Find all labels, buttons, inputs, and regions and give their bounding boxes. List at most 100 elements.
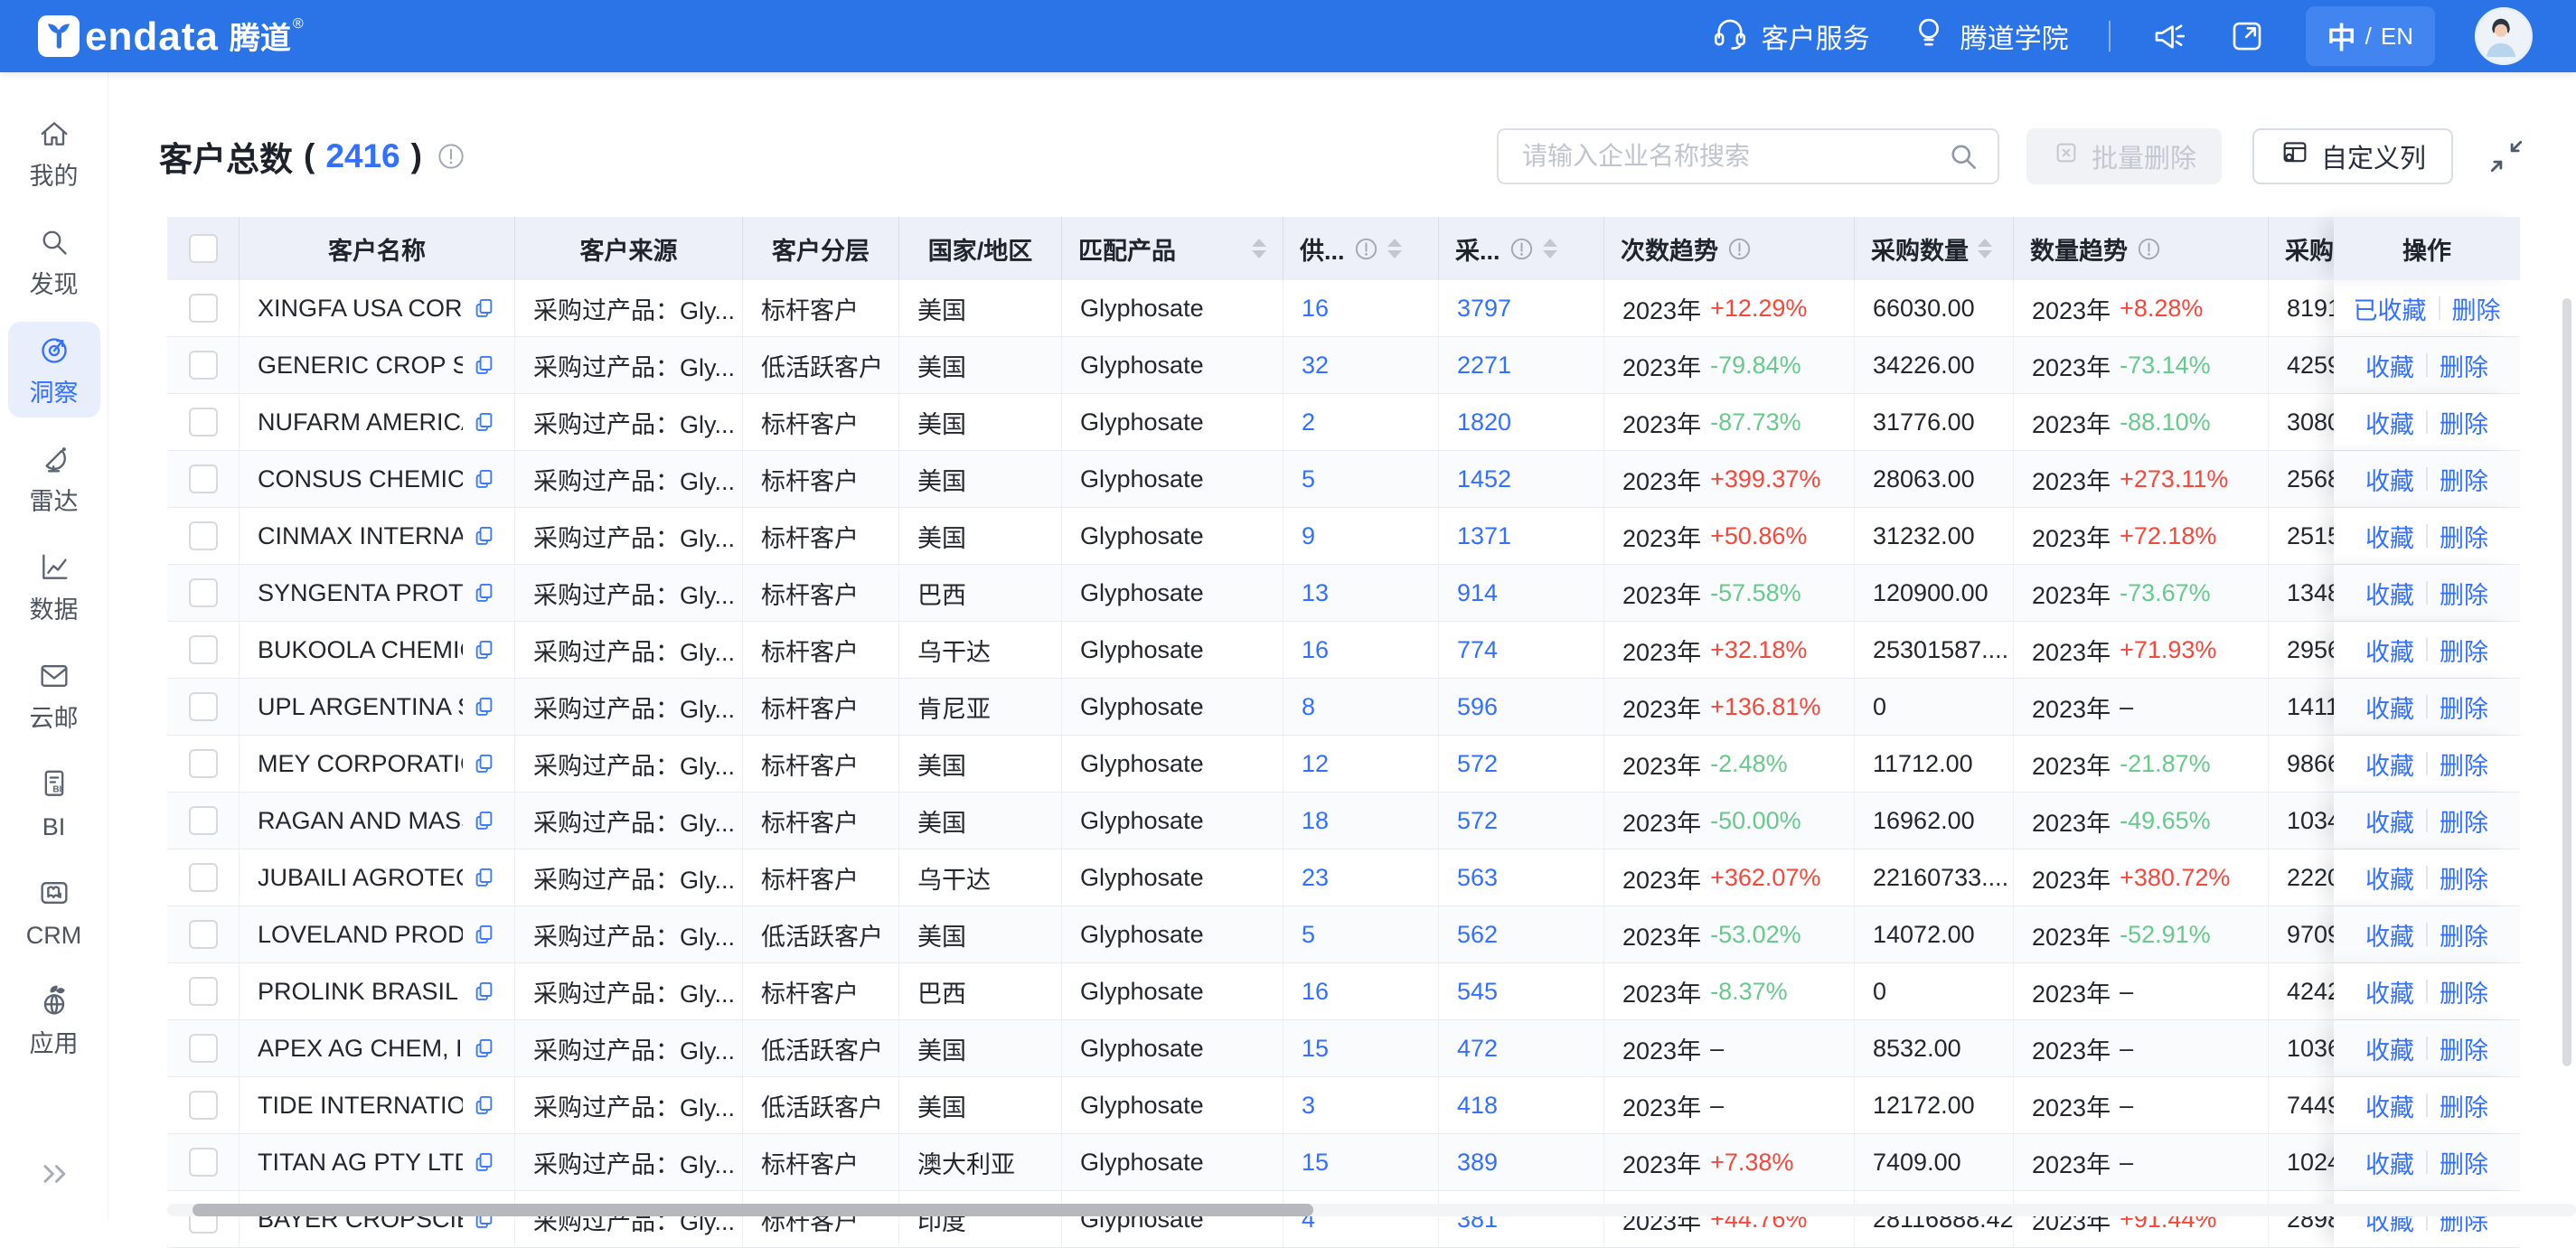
copy-icon[interactable] [472, 353, 496, 378]
delete-action[interactable]: 删除 [2440, 974, 2488, 1009]
delete-action[interactable]: 删除 [2440, 746, 2488, 782]
collapse-view-icon[interactable] [2487, 137, 2525, 175]
copy-icon[interactable] [472, 467, 496, 492]
favorite-action[interactable]: 已收藏 [2354, 291, 2427, 326]
supplier-count-link[interactable]: 23 [1302, 864, 1329, 892]
favorite-action[interactable]: 收藏 [2365, 746, 2414, 782]
row-checkbox[interactable] [189, 1034, 218, 1063]
supplier-count-link[interactable]: 9 [1302, 522, 1315, 550]
sidebar-collapse-icon[interactable] [36, 1156, 72, 1196]
purchase-count-link[interactable]: 418 [1457, 1092, 1498, 1120]
purchase-count-link[interactable]: 572 [1457, 807, 1498, 835]
favorite-action[interactable]: 收藏 [2365, 519, 2414, 554]
copy-icon[interactable] [472, 410, 496, 435]
delete-action[interactable]: 删除 [2440, 348, 2488, 383]
row-checkbox[interactable] [189, 464, 218, 493]
favorite-action[interactable]: 收藏 [2365, 633, 2414, 668]
row-checkbox[interactable] [189, 351, 218, 380]
supplier-count-link[interactable]: 16 [1302, 636, 1329, 664]
supplier-count-link[interactable]: 5 [1302, 921, 1315, 949]
copy-icon[interactable] [472, 1037, 496, 1061]
supplier-count-link[interactable]: 13 [1302, 579, 1329, 607]
supplier-count-link[interactable]: 16 [1302, 978, 1329, 1006]
sidebar-item-discover[interactable]: 发现 [8, 213, 100, 309]
favorite-action[interactable]: 收藏 [2365, 917, 2414, 952]
favorite-action[interactable]: 收藏 [2365, 690, 2414, 725]
purchase-count-link[interactable]: 389 [1457, 1149, 1498, 1177]
favorite-action[interactable]: 收藏 [2365, 405, 2414, 440]
row-checkbox[interactable] [189, 1091, 218, 1120]
row-checkbox[interactable] [189, 521, 218, 550]
purchase-count-link[interactable]: 596 [1457, 693, 1498, 721]
row-checkbox[interactable] [189, 294, 218, 323]
nav-customer-service[interactable]: 客户服务 [1711, 14, 1870, 59]
delete-action[interactable]: 删除 [2452, 291, 2501, 326]
copy-icon[interactable] [472, 980, 496, 1004]
delete-action[interactable]: 删除 [2440, 405, 2488, 440]
sidebar-item-apps[interactable]: 应用 [8, 972, 100, 1068]
sort-icon[interactable] [1978, 239, 1992, 258]
delete-action[interactable]: 删除 [2440, 576, 2488, 611]
sort-icon[interactable] [1543, 239, 1557, 258]
delete-action[interactable]: 删除 [2440, 633, 2488, 668]
avatar[interactable] [2475, 7, 2533, 65]
supplier-count-link[interactable]: 18 [1302, 807, 1329, 835]
delete-action[interactable]: 删除 [2440, 1145, 2488, 1180]
copy-icon[interactable] [472, 695, 496, 719]
supplier-count-link[interactable]: 12 [1302, 750, 1329, 778]
purchase-count-link[interactable]: 1452 [1457, 465, 1511, 493]
copy-icon[interactable] [472, 752, 496, 776]
favorite-action[interactable]: 收藏 [2365, 1031, 2414, 1066]
copy-icon[interactable] [472, 638, 496, 662]
announcement-icon[interactable] [2150, 17, 2188, 55]
sidebar-item-data[interactable]: 数据 [8, 539, 100, 634]
copy-icon[interactable] [472, 866, 496, 890]
favorite-action[interactable]: 收藏 [2365, 860, 2414, 896]
row-checkbox[interactable] [189, 578, 218, 607]
copy-icon[interactable] [472, 524, 496, 549]
purchase-count-link[interactable]: 562 [1457, 921, 1498, 949]
copy-icon[interactable] [472, 1093, 496, 1118]
favorite-action[interactable]: 收藏 [2365, 348, 2414, 383]
select-all-checkbox[interactable] [189, 234, 218, 263]
delete-action[interactable]: 删除 [2440, 860, 2488, 896]
vertical-scrollbar-thumb[interactable] [2562, 298, 2571, 1066]
copy-icon[interactable] [472, 923, 496, 947]
sidebar-item-insight[interactable]: 洞察 [8, 322, 100, 418]
nav-academy[interactable]: 腾道学院 [1910, 14, 2069, 59]
favorite-action[interactable]: 收藏 [2365, 1145, 2414, 1180]
purchase-count-link[interactable]: 545 [1457, 978, 1498, 1006]
purchase-count-link[interactable]: 914 [1457, 579, 1498, 607]
delete-action[interactable]: 删除 [2440, 690, 2488, 725]
row-checkbox[interactable] [189, 408, 218, 436]
favorite-action[interactable]: 收藏 [2365, 974, 2414, 1009]
supplier-count-link[interactable]: 15 [1302, 1035, 1329, 1063]
purchase-count-link[interactable]: 1371 [1457, 522, 1511, 550]
sort-icon[interactable] [1252, 239, 1266, 258]
sidebar-item-home[interactable]: 我的 [8, 105, 100, 201]
row-checkbox[interactable] [189, 863, 218, 892]
fullscreen-icon[interactable] [2228, 17, 2266, 55]
favorite-action[interactable]: 收藏 [2365, 462, 2414, 497]
copy-icon[interactable] [472, 809, 496, 833]
delete-action[interactable]: 删除 [2440, 519, 2488, 554]
row-checkbox[interactable] [189, 692, 218, 721]
purchase-count-link[interactable]: 1820 [1457, 408, 1511, 436]
info-icon[interactable] [2137, 237, 2161, 261]
purchase-count-link[interactable]: 572 [1457, 750, 1498, 778]
row-checkbox[interactable] [189, 635, 218, 664]
purchase-count-link[interactable]: 2271 [1457, 352, 1511, 380]
copy-icon[interactable] [472, 296, 496, 321]
row-checkbox[interactable] [189, 1148, 218, 1177]
info-icon[interactable] [1727, 237, 1752, 261]
favorite-action[interactable]: 收藏 [2365, 803, 2414, 839]
sidebar-item-bi[interactable]: BIBI [8, 755, 100, 851]
supplier-count-link[interactable]: 32 [1302, 352, 1329, 380]
copy-icon[interactable] [472, 581, 496, 605]
title-info-icon[interactable] [437, 142, 465, 171]
purchase-count-link[interactable]: 3797 [1457, 295, 1511, 323]
lang-switch[interactable]: 中 / EN [2306, 6, 2435, 66]
delete-action[interactable]: 删除 [2440, 917, 2488, 952]
favorite-action[interactable]: 收藏 [2365, 1088, 2414, 1123]
sidebar-item-mail[interactable]: 云邮 [8, 647, 100, 743]
